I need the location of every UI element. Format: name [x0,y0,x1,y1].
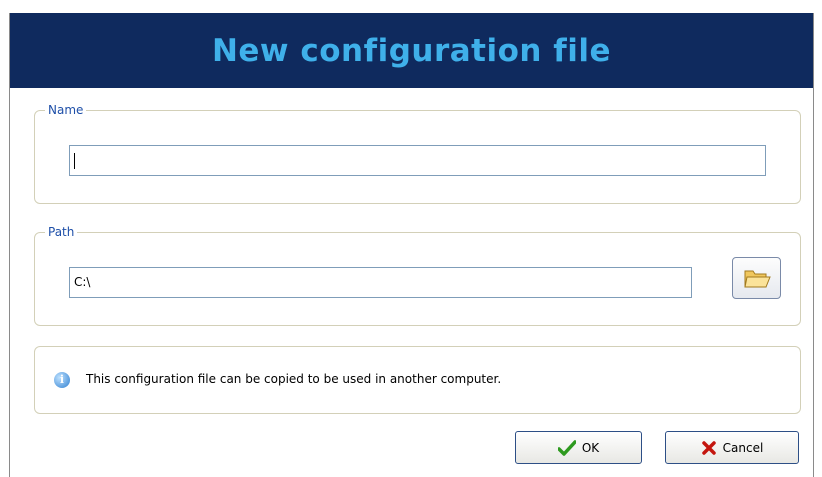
cancel-button-label: Cancel [722,440,764,455]
info-icon: i [54,372,70,388]
path-group: Path C:\ [34,224,801,326]
ok-button-label: OK [581,440,600,455]
name-legend: Name [45,102,87,118]
checkmark-icon [557,439,576,456]
text-caret [74,152,75,169]
new-config-dialog: New configuration file Name Path C:\ i T… [9,13,814,477]
folder-icon [743,270,771,288]
name-group: Name [34,102,801,204]
browse-folder-button[interactable] [732,257,781,299]
cancel-button[interactable]: Cancel [665,431,799,464]
name-field[interactable] [69,145,766,176]
dialog-title: New configuration file [211,32,612,69]
path-legend: Path [45,224,78,240]
path-field-value: C:\ [74,275,91,289]
x-mark-icon [701,440,716,455]
info-group: i This configuration file can be copied … [34,346,801,414]
title-bar: New configuration file [10,13,813,88]
ok-button[interactable]: OK [515,431,642,464]
info-message: This configuration file can be copied to… [86,372,502,386]
path-field[interactable]: C:\ [69,267,692,298]
